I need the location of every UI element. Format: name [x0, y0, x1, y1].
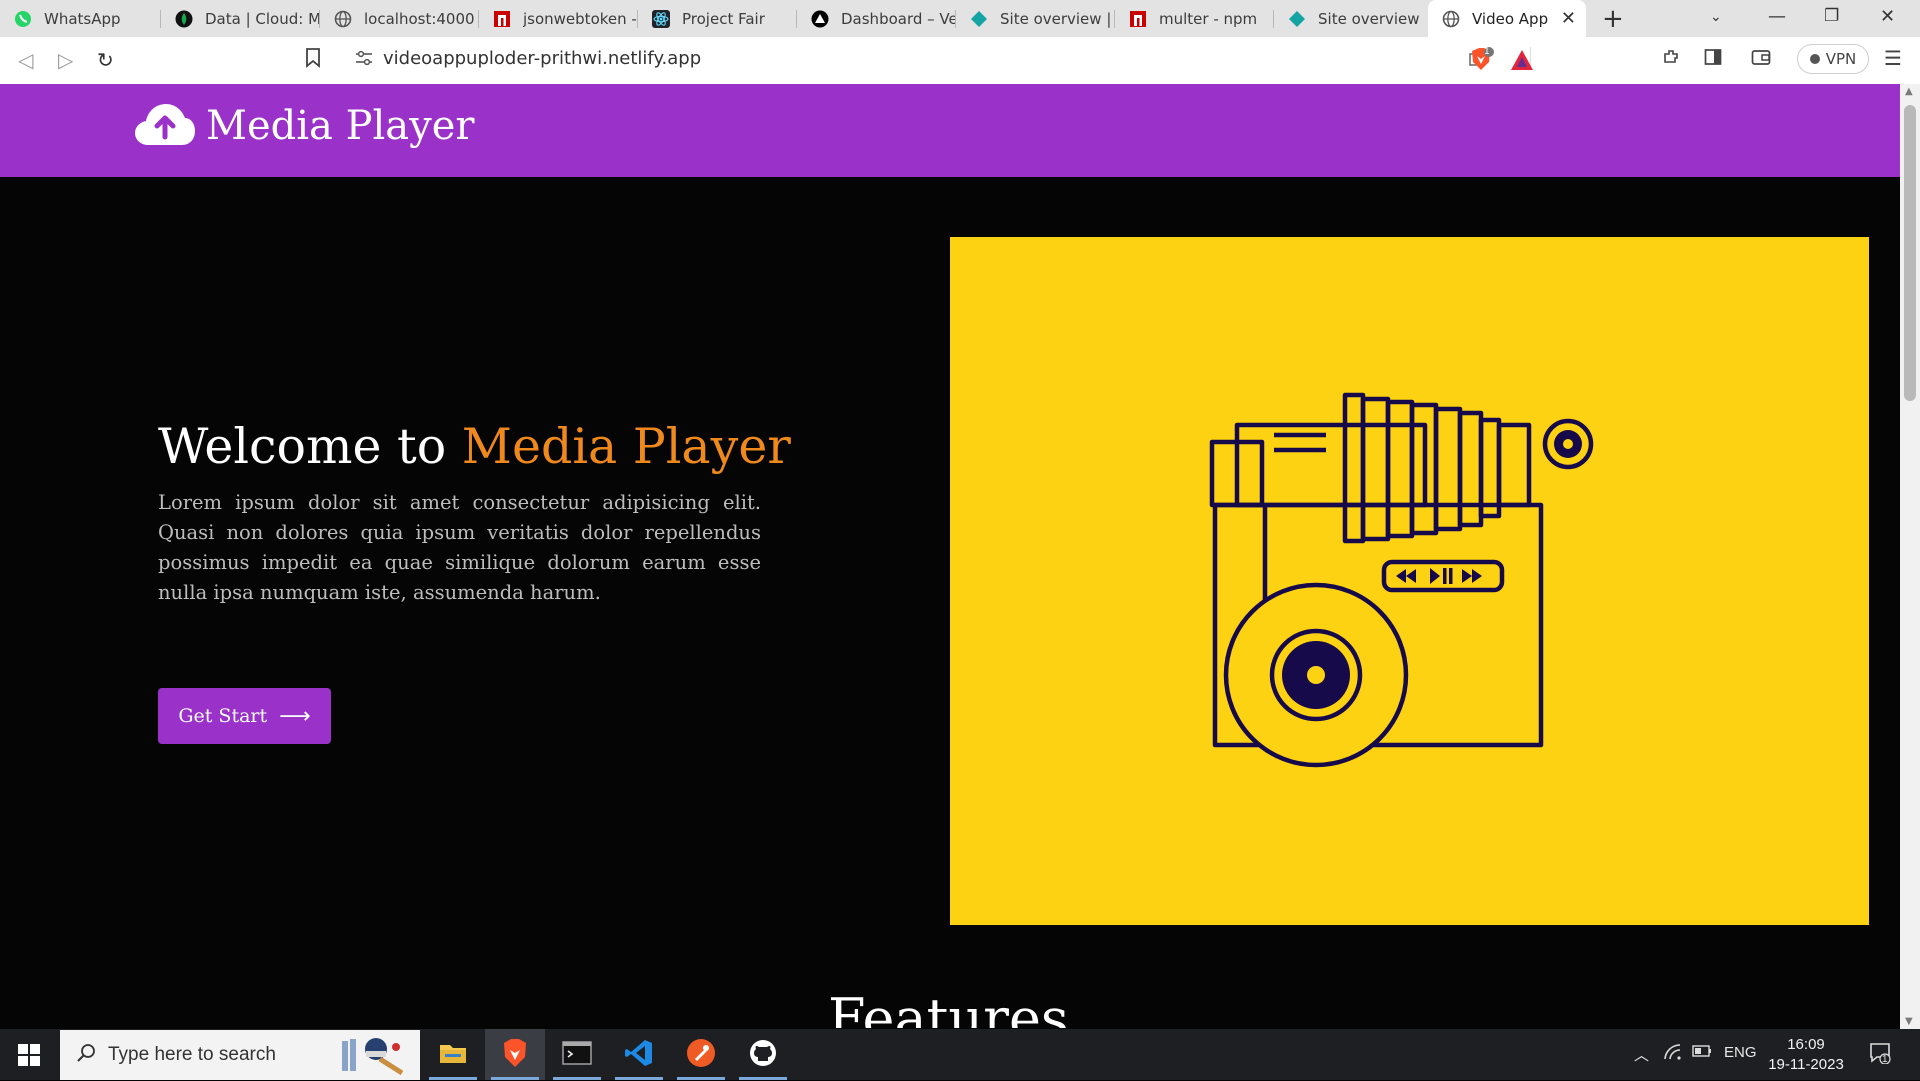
network-icon[interactable] — [1664, 1044, 1682, 1064]
whatsapp-icon — [14, 10, 32, 28]
hero-illustration-panel — [950, 237, 1869, 925]
bookmark-icon[interactable] — [305, 48, 321, 73]
postman-icon — [686, 1038, 716, 1072]
back-icon[interactable]: ◁ — [18, 48, 33, 72]
brand-name: Media Player — [206, 103, 475, 149]
brave-shields-icon[interactable] — [1468, 46, 1494, 76]
close-window-icon[interactable]: ✕ — [1880, 6, 1895, 27]
netlify-icon — [970, 10, 988, 28]
globe-icon — [334, 10, 352, 28]
tray-overflow-chevron-icon[interactable]: ︿ — [1634, 1044, 1649, 1065]
hero-title: Welcome to Media Player — [158, 418, 791, 475]
search-placeholder: Type here to search — [108, 1044, 276, 1065]
vpn-label: VPN — [1825, 50, 1857, 68]
hero-description: Lorem ipsum dolor sit amet consectetur a… — [158, 491, 761, 604]
search-icon — [76, 1043, 96, 1067]
brave-rewards-icon[interactable] — [1510, 49, 1534, 75]
reload-icon[interactable]: ↻ — [97, 48, 114, 72]
site-header: Media Player — [0, 84, 1900, 177]
clock-date: 19-11-2023 — [1768, 1056, 1844, 1073]
close-tab-icon[interactable]: ✕ — [1561, 8, 1576, 29]
npm-icon — [1129, 10, 1147, 28]
brave-icon — [502, 1038, 528, 1072]
tab-vercel-dashboard[interactable]: Dashboard – Ver — [797, 0, 955, 37]
taskbar-vscode[interactable] — [609, 1029, 669, 1080]
mongodb-icon — [175, 10, 193, 28]
npm-icon — [493, 10, 511, 28]
wallet-icon[interactable] — [1751, 48, 1771, 71]
cricket-doodle-icon — [336, 1035, 412, 1081]
vpn-status-icon — [1809, 54, 1820, 64]
get-start-button[interactable]: Get Start ⟶ — [158, 688, 331, 744]
vscode-icon — [624, 1038, 654, 1072]
github-icon — [749, 1039, 777, 1071]
notification-count: 1 — [1882, 1054, 1888, 1065]
taskbar-github[interactable] — [733, 1029, 793, 1080]
features-heading: Features — [828, 987, 1069, 1028]
taskbar-file-explorer[interactable] — [423, 1029, 483, 1080]
windows-start-icon[interactable] — [18, 1044, 40, 1070]
taskbar-postman[interactable] — [671, 1029, 731, 1080]
url-bar[interactable]: videoappuploder-prithwi.netlify.app — [343, 42, 1543, 75]
minimize-icon[interactable]: — — [1768, 6, 1786, 27]
scroll-thumb[interactable] — [1904, 105, 1916, 401]
scroll-up-icon[interactable]: ▲ — [1905, 86, 1913, 97]
menu-icon[interactable]: ☰ — [1884, 46, 1902, 70]
windows-taskbar: Type here to search ︿ ENG 16:09 19-11-20… — [0, 1029, 1920, 1080]
tab-netlify-site-1[interactable]: Site overview | vi — [956, 0, 1114, 37]
react-icon — [652, 9, 670, 28]
battery-icon[interactable] — [1692, 1044, 1712, 1061]
tab-multer[interactable]: multer - npm — [1115, 0, 1273, 37]
site-settings-icon[interactable] — [355, 50, 373, 70]
taskbar-search[interactable]: Type here to search — [60, 1030, 420, 1080]
tab-whatsapp[interactable]: WhatsApp — [0, 0, 160, 37]
tab-mongodb[interactable]: Data | Cloud: Mc — [161, 0, 319, 37]
browser-tab-strip: WhatsApp Data | Cloud: Mc localhost:4000… — [0, 0, 1920, 37]
arrow-right-icon: ⟶ — [279, 703, 311, 729]
restore-icon[interactable]: ❐ — [1824, 6, 1839, 26]
tab-project-fair[interactable]: Project Fair — [638, 0, 796, 37]
clock-time: 16:09 — [1787, 1036, 1825, 1053]
shield-badge: 1 — [1484, 47, 1490, 57]
tab-netlify-site-2[interactable]: Site overview | vi — [1274, 0, 1426, 37]
tab-localhost[interactable]: localhost:4000 — [320, 0, 478, 37]
tab-search-chevron-icon[interactable]: ⌄ — [1710, 9, 1722, 25]
hero-title-accent: Media Player — [461, 418, 791, 475]
url-text: videoappuploder-prithwi.netlify.app — [383, 48, 702, 69]
hero-title-prefix: Welcome to — [158, 418, 462, 475]
media-player-camera-illustration — [1209, 392, 1594, 768]
tab-video-app[interactable]: Video App ✕ — [1428, 0, 1586, 37]
taskbar-brave[interactable] — [485, 1029, 545, 1080]
globe-icon — [1442, 10, 1460, 28]
sidebar-icon[interactable] — [1704, 48, 1722, 71]
vercel-icon — [811, 10, 829, 28]
page-scrollbar[interactable]: ▲ ▼ — [1900, 84, 1920, 1029]
new-tab-icon[interactable]: + — [1602, 4, 1624, 34]
terminal-icon — [562, 1040, 592, 1069]
forward-icon[interactable]: ▷ — [58, 48, 73, 72]
vpn-button[interactable]: VPN — [1797, 44, 1869, 74]
get-start-label: Get Start — [178, 705, 268, 727]
extensions-icon[interactable] — [1662, 48, 1680, 71]
language-indicator[interactable]: ENG — [1724, 1044, 1757, 1061]
netlify-icon — [1288, 10, 1306, 28]
file-explorer-icon — [439, 1041, 467, 1069]
brand-link[interactable]: Media Player — [134, 101, 475, 151]
address-toolbar: ◁ ▷ ↻ videoappuploder-prithwi.netlify.ap… — [0, 37, 1920, 85]
tab-jsonwebtoken[interactable]: jsonwebtoken - r — [479, 0, 637, 37]
scroll-down-icon[interactable]: ▼ — [1905, 1016, 1913, 1027]
taskbar-terminal[interactable] — [547, 1029, 607, 1080]
taskbar-clock[interactable]: 16:09 19-11-2023 — [1760, 1035, 1852, 1075]
cloud-upload-icon — [134, 101, 196, 151]
